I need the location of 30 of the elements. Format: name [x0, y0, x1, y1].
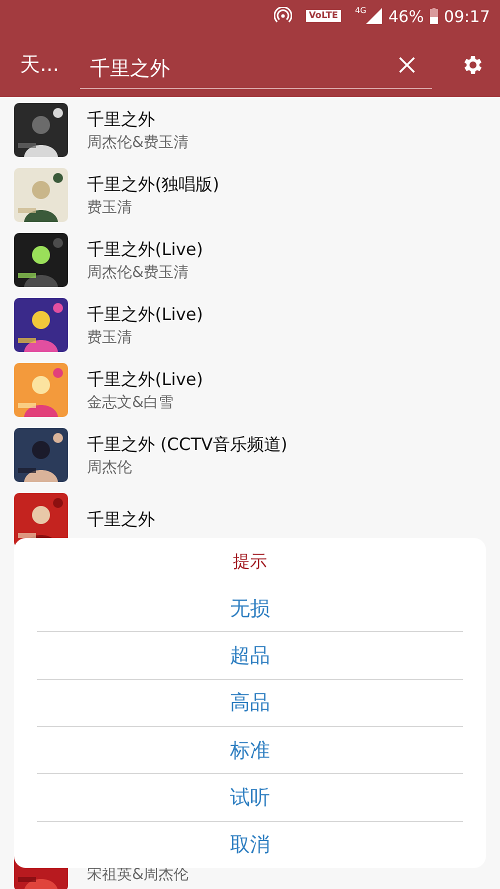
song-title[interactable]: 千里之外(Live) [87, 368, 203, 390]
network-label: 4G [355, 6, 366, 15]
app-title[interactable]: 天... [20, 51, 80, 78]
song-title[interactable]: 千里之外(Live) [87, 238, 203, 260]
quality-option[interactable]: 高品 [210, 680, 290, 726]
quality-option[interactable]: 试听 [210, 774, 290, 821]
song-artist: 周杰伦 [87, 458, 133, 476]
song-artist: 金志文&白雪 [87, 392, 175, 412]
clock: 09:17 [444, 6, 490, 26]
quality-option[interactable]: 超品 [210, 632, 290, 679]
song-artist: 周杰伦&费玉清 [87, 132, 189, 152]
volte-badge: VoLTE [306, 10, 342, 22]
song-artist: 费玉清 [87, 198, 133, 216]
close-icon[interactable] [398, 56, 416, 74]
signal-icon [366, 8, 382, 24]
song-title[interactable]: 千里之外 [87, 508, 155, 531]
dialog-title: 提示 [233, 551, 267, 573]
song-title[interactable]: 千里之外(独唱版) [87, 172, 220, 196]
quality-option[interactable]: 标准 [210, 726, 290, 774]
song-artist: 费玉清 [87, 328, 133, 346]
search-input[interactable]: 千里之外 [80, 56, 398, 80]
battery-icon [430, 8, 438, 24]
song-title[interactable]: 千里之外 (CCTV音乐频道) [87, 432, 288, 456]
quality-option[interactable]: 无损 [210, 585, 290, 632]
quality-option[interactable]: 取消 [210, 822, 290, 868]
hotspot-icon [274, 7, 292, 25]
song-artist: 周杰伦&费玉清 [87, 262, 190, 282]
song-title[interactable]: 千里之外(Live) [87, 302, 203, 326]
battery-percent: 46% [388, 6, 424, 26]
song-title[interactable]: 千里之外 [87, 108, 189, 130]
